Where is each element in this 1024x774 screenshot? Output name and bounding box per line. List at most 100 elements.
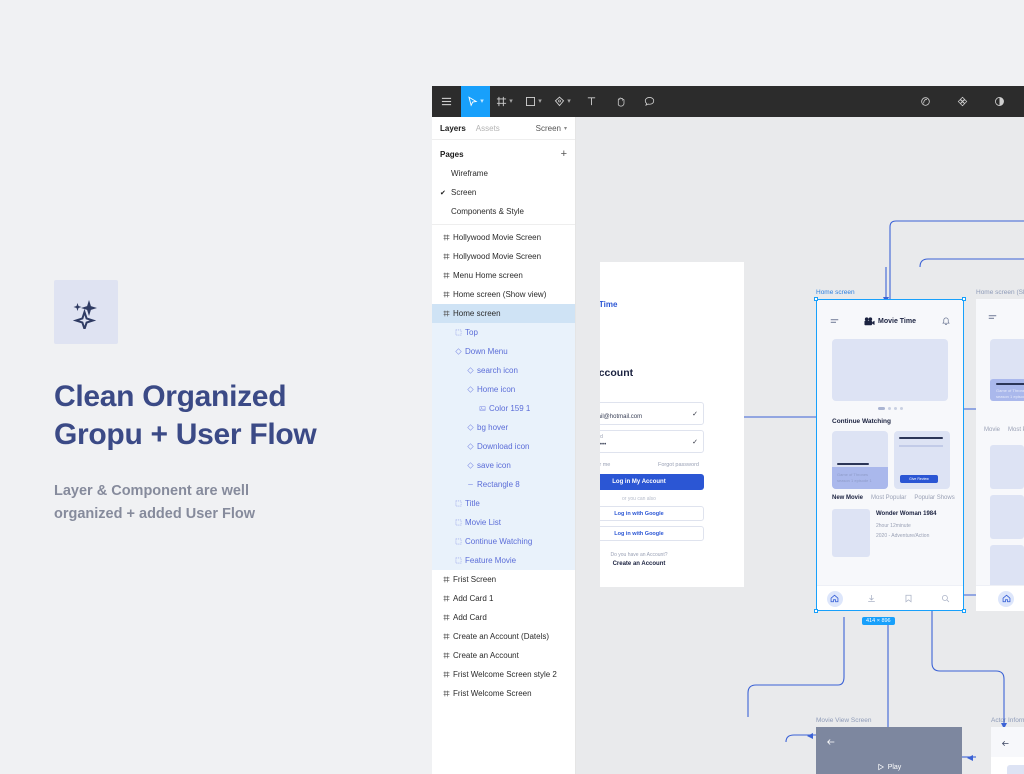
give-review-button[interactable]: Give Review (900, 475, 938, 483)
frame-login-screen[interactable]: Movie Time My Account E-mail yourmail@ho… (600, 262, 744, 587)
frame-label-show-view[interactable]: Home screen (Show view) (976, 289, 1024, 296)
home-category-tabs[interactable]: New Movie Most Popular Popular Shows (832, 495, 955, 501)
layer-row[interactable]: Home icon (432, 380, 575, 399)
layer-row[interactable]: Rectangle 8 (432, 475, 575, 494)
frame-home-screen-show-view[interactable]: Game of Thrones season 1 episode 1 Movie… (976, 299, 1024, 611)
carousel-dots[interactable] (816, 407, 964, 410)
frame-home-screen[interactable]: Movie Time Continue Watching Game of Thr… (816, 299, 964, 611)
move-tool-icon[interactable]: ▾ (461, 86, 490, 117)
tab-most-popular[interactable]: Most Popular (1008, 427, 1024, 433)
layer-row[interactable]: Hollywood Movie Screen (432, 247, 575, 266)
frame-movie-view-screen[interactable]: Play (816, 727, 962, 774)
page-selector[interactable]: Screen ▾ (536, 124, 567, 133)
layer-row[interactable]: search icon (432, 361, 575, 380)
layer-row[interactable]: Frist Screen (432, 570, 575, 589)
continue-card-2[interactable]: Give Review (894, 431, 950, 489)
present-icon[interactable] (985, 86, 1014, 117)
google-login-button-1[interactable]: Log in with Google (600, 506, 704, 521)
layer-row[interactable]: Feature Movie (432, 551, 575, 570)
menu-icon[interactable] (432, 86, 461, 117)
frame-tool-icon[interactable]: ▾ (490, 86, 519, 117)
password-field[interactable]: Password •••••••••••• ✓ (600, 430, 704, 453)
layer-row[interactable]: Add Card (432, 608, 575, 627)
layer-row[interactable]: Down Menu (432, 342, 575, 361)
movie-thumbnail[interactable] (832, 509, 870, 557)
create-account-link[interactable]: Create an Account (600, 561, 704, 567)
tab-most-popular[interactable]: Most Popular (871, 495, 906, 501)
layer-row[interactable]: Download icon (432, 437, 575, 456)
components-icon[interactable] (948, 86, 977, 117)
menu-icon[interactable] (830, 317, 839, 326)
layer-row[interactable]: Create an Account (Datels) (432, 627, 575, 646)
selection-handle-bl[interactable] (814, 609, 818, 613)
login-button[interactable]: Log in My Account (600, 474, 704, 490)
search-icon[interactable] (938, 591, 954, 607)
layer-row[interactable]: Continue Watching (432, 532, 575, 551)
menu-icon[interactable] (988, 313, 997, 322)
layer-row[interactable]: Home screen (Show view) (432, 285, 575, 304)
home-icon[interactable] (998, 590, 1014, 607)
shape-tool-icon[interactable]: ▾ (519, 86, 548, 117)
layer-row[interactable]: Hollywood Movie Screen (432, 228, 575, 247)
bell-icon[interactable] (942, 317, 950, 326)
email-field[interactable]: E-mail yourmail@hotmail.com ✓ (600, 402, 704, 425)
page-item-components-style[interactable]: Components & Style (432, 202, 575, 221)
home-bottom-nav[interactable] (816, 585, 964, 611)
tab-layers[interactable]: Layers (440, 124, 466, 133)
google-login-button-2[interactable]: Log in with Google (600, 526, 704, 541)
download-icon[interactable] (864, 591, 880, 607)
selection-handle-tr[interactable] (962, 297, 966, 301)
layer-row[interactable]: Top (432, 323, 575, 342)
page-item-screen[interactable]: ✔ Screen (432, 183, 575, 202)
hand-tool-icon[interactable] (606, 86, 635, 117)
back-arrow-icon[interactable] (826, 737, 836, 747)
layer-row[interactable]: Create an Account (432, 646, 575, 665)
continue-card-1[interactable]: Game of Thrones season 1 episode 1 (832, 431, 888, 489)
show-list-thumb-2[interactable] (990, 495, 1024, 539)
tab-assets[interactable]: Assets (476, 124, 500, 133)
show-bottom-nav[interactable] (976, 585, 1024, 611)
selection-handle-tl[interactable] (814, 297, 818, 301)
layer-row[interactable]: Movie List (432, 513, 575, 532)
forgot-password-link[interactable]: Forgot password (658, 462, 699, 468)
layer-row[interactable]: Frist Welcome Screen (432, 684, 575, 703)
carousel-dot-active[interactable] (877, 407, 885, 410)
layer-row[interactable]: save icon (432, 456, 575, 475)
back-arrow-icon[interactable] (1001, 739, 1010, 748)
show-list-thumb-1[interactable] (990, 445, 1024, 489)
layer-row[interactable]: Home screen (432, 304, 575, 323)
frame-label-movie-view[interactable]: Movie View Screen (816, 717, 872, 724)
layer-row[interactable]: Menu Home screen (432, 266, 575, 285)
layer-row[interactable]: Frist Welcome Screen style 2 (432, 665, 575, 684)
carousel-dot[interactable] (893, 407, 897, 410)
carousel-dot[interactable] (887, 407, 891, 410)
show-category-tabs[interactable]: Movie Most Popular (984, 427, 1024, 433)
play-button[interactable]: Play (877, 763, 901, 771)
layer-row[interactable]: Color 159 1 (432, 399, 575, 418)
share-icon[interactable] (911, 86, 940, 117)
selection-handle-br[interactable] (962, 609, 966, 613)
home-icon[interactable] (826, 590, 843, 607)
pen-tool-icon[interactable]: ▾ (548, 86, 577, 117)
show-overlay-card[interactable]: Game of Thrones season 1 episode 1 (990, 379, 1024, 401)
layer-row[interactable]: Title (432, 494, 575, 513)
carousel-dot[interactable] (899, 407, 903, 410)
comment-tool-icon[interactable] (635, 86, 664, 117)
page-item-wireframe[interactable]: Wireframe (432, 164, 575, 183)
frame-actor-informations[interactable]: Actor (991, 727, 1024, 774)
frame-label-home-screen[interactable]: Home screen (816, 289, 855, 296)
layer-row[interactable]: bg hover (432, 418, 575, 437)
remember-me-label[interactable]: Remember me (600, 462, 610, 468)
text-tool-icon[interactable] (577, 86, 606, 117)
figma-canvas[interactable]: Movie Time My Account E-mail yourmail@ho… (576, 117, 1024, 774)
layer-row[interactable]: Add Card 1 (432, 589, 575, 608)
tab-popular-shows[interactable]: Popular Shows (914, 495, 954, 501)
save-icon[interactable] (901, 591, 917, 607)
layers-panel[interactable]: Layers Assets Screen ▾ Pages + Wireframe (432, 117, 576, 774)
add-page-button[interactable]: + (561, 148, 567, 160)
frame-label-actor-info[interactable]: Actor Informations S (991, 717, 1024, 724)
show-list-thumb-3[interactable] (990, 545, 1024, 589)
tab-new-movie[interactable]: New Movie (832, 495, 863, 501)
tab-movie[interactable]: Movie (984, 427, 1000, 433)
home-hero-banner[interactable] (832, 339, 948, 401)
